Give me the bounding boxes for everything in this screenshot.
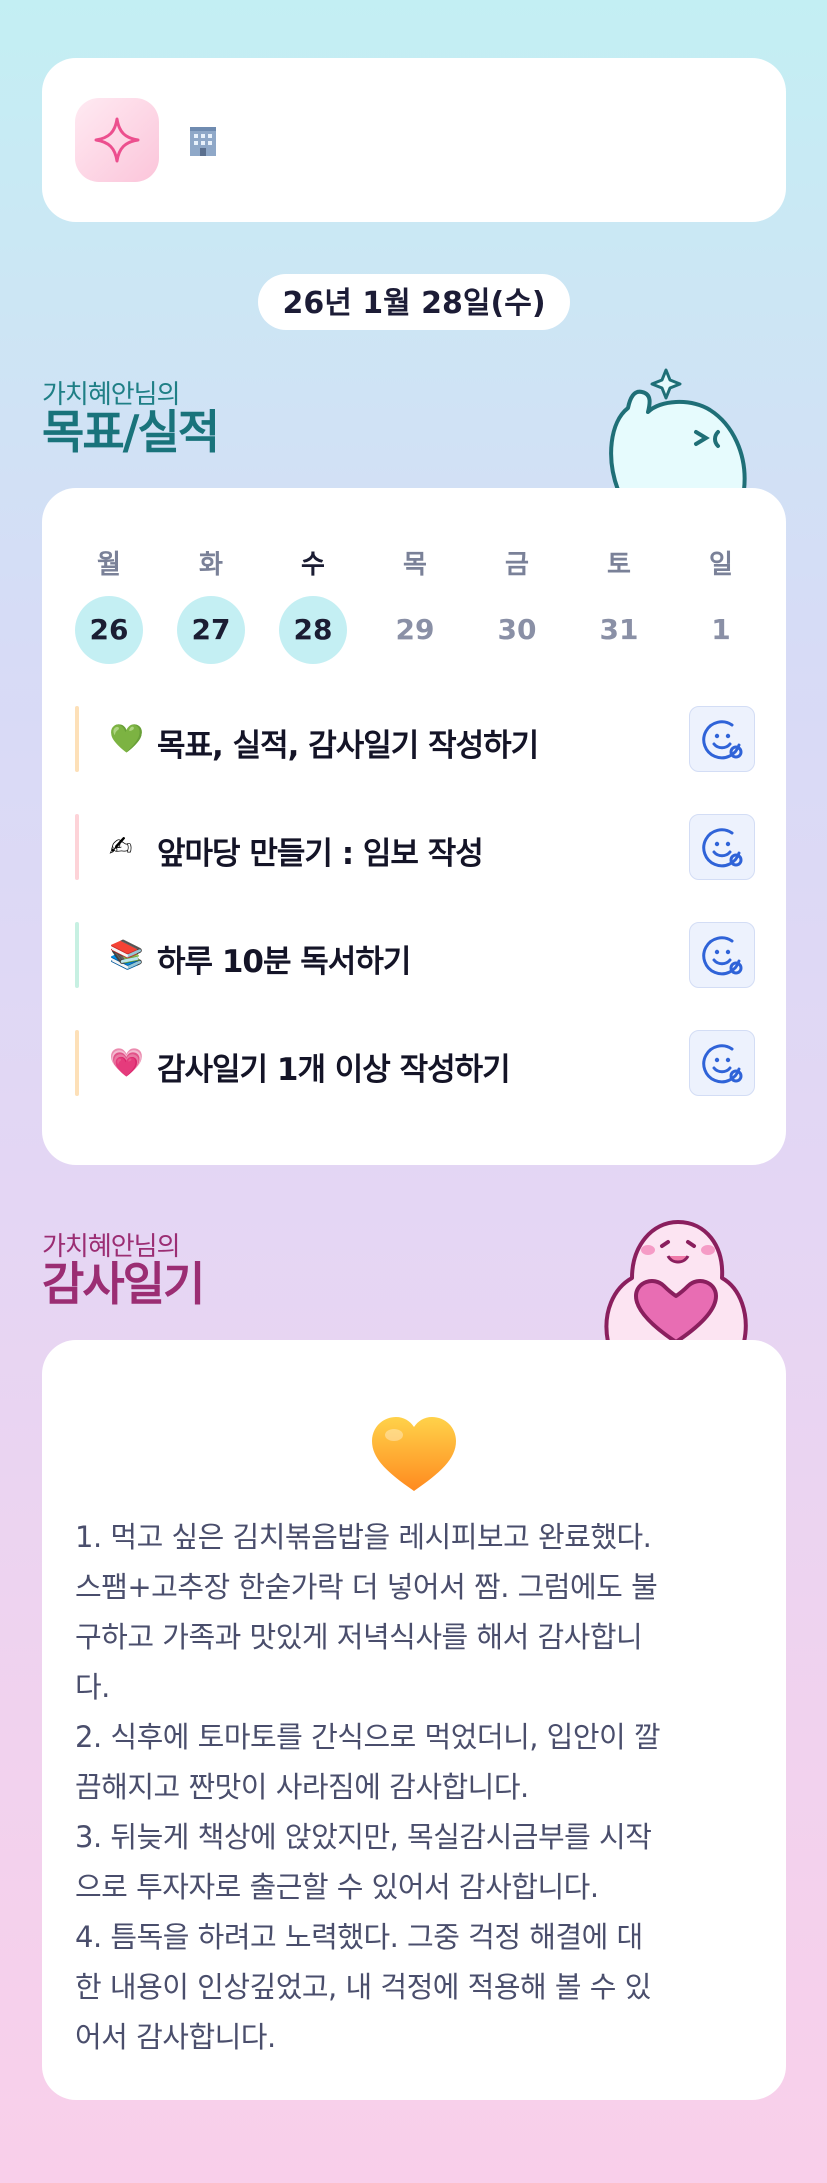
task-feedback-button[interactable] <box>689 706 755 772</box>
task-color-bar <box>75 706 79 772</box>
task-feedback-button[interactable] <box>689 922 755 988</box>
calendar-day[interactable]: 31 <box>585 596 653 664</box>
smile-face-icon <box>702 1044 743 1084</box>
task-label: 목표, 실적, 감사일기 작성하기 <box>157 728 539 764</box>
weekday-label: 금 <box>505 550 529 580</box>
green-heart-icon: 💚 <box>109 722 144 755</box>
weekday-label: 수 <box>301 550 325 580</box>
calendar-day[interactable]: 1 <box>687 596 755 664</box>
task-label: 하루 10분 독서하기 <box>157 944 411 980</box>
date-selector[interactable]: 26년 1월 28일(수) <box>258 274 570 330</box>
task-item: 📚 하루 10분 독서하기 <box>75 922 755 988</box>
calendar-day[interactable]: 27 <box>177 596 245 664</box>
office-building-icon <box>186 124 220 162</box>
writing-hand-icon: ✍ <box>109 830 133 863</box>
task-item: 💚 목표, 실적, 감사일기 작성하기 <box>75 706 755 772</box>
calendar-day[interactable]: 30 <box>483 596 551 664</box>
weekday-label: 월 <box>97 550 121 580</box>
smile-face-icon <box>702 828 743 868</box>
task-color-bar <box>75 922 79 988</box>
task-item: ✍ 앞마당 만들기 : 임보 작성 <box>75 814 755 880</box>
gratitude-section-title: 감사일기 <box>42 1257 205 1311</box>
heart-hug-mascot-icon <box>604 1220 748 1342</box>
orange-heart-icon <box>372 1417 456 1491</box>
calendar-day[interactable]: 29 <box>381 596 449 664</box>
calendar-day-selected[interactable]: 28 <box>279 596 347 664</box>
weekday-label: 토 <box>607 550 631 580</box>
goals-card: 월 화 수 목 금 토 일 26 27 28 29 30 31 1 💚 목표, … <box>42 488 786 1165</box>
calendar-day[interactable]: 26 <box>75 596 143 664</box>
task-color-bar <box>75 1030 79 1096</box>
gratitude-entry-text: 1. 먹고 싶은 김치볶음밥을 레시피보고 완료했다. 스팸+고추장 한숟가락 … <box>75 1520 661 2054</box>
books-icon: 📚 <box>109 938 144 971</box>
goals-section-title: 목표/실적 <box>42 405 220 459</box>
smile-face-icon <box>702 720 743 760</box>
weekday-label: 일 <box>709 550 733 580</box>
task-feedback-button[interactable] <box>689 1030 755 1096</box>
weekday-label: 목 <box>403 550 427 580</box>
task-feedback-button[interactable] <box>689 814 755 880</box>
header-card <box>42 58 786 222</box>
weekday-label: 화 <box>199 550 223 580</box>
gratitude-card: 1. 먹고 싶은 김치볶음밥을 레시피보고 완료했다. 스팸+고추장 한숟가락 … <box>42 1340 786 2100</box>
task-color-bar <box>75 814 79 880</box>
task-item: 💗 감사일기 1개 이상 작성하기 <box>75 1030 755 1096</box>
smile-face-icon <box>702 936 743 976</box>
task-label: 앞마당 만들기 : 임보 작성 <box>157 836 484 872</box>
pink-heart-icon: 💗 <box>109 1046 144 1079</box>
waving-mascot-icon <box>609 368 747 492</box>
sparkle-icon[interactable] <box>75 98 159 182</box>
task-label: 감사일기 1개 이상 작성하기 <box>157 1052 511 1088</box>
